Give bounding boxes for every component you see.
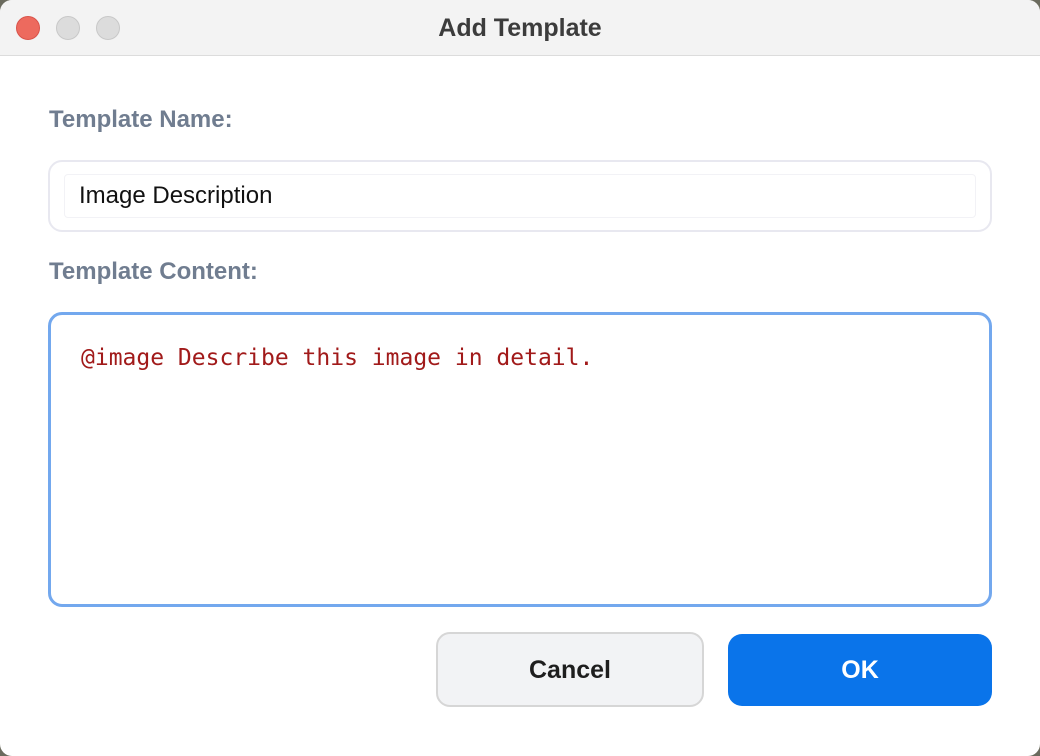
- template-name-field[interactable]: Image Description: [48, 160, 992, 232]
- template-name-label: Template Name:: [49, 106, 233, 133]
- template-content-text[interactable]: @image Describe this image in detail.: [81, 345, 593, 371]
- title-bar[interactable]: Add Template: [0, 0, 1040, 56]
- ok-button[interactable]: OK: [728, 634, 992, 706]
- template-content-editor[interactable]: @image Describe this image in detail.: [48, 312, 992, 607]
- cancel-button[interactable]: Cancel: [436, 632, 704, 707]
- window-title: Add Template: [438, 14, 602, 42]
- template-name-input[interactable]: Image Description: [64, 174, 976, 218]
- template-content-label: Template Content:: [49, 258, 258, 285]
- add-template-dialog: Add Template Template Name: Image Descri…: [0, 0, 1040, 756]
